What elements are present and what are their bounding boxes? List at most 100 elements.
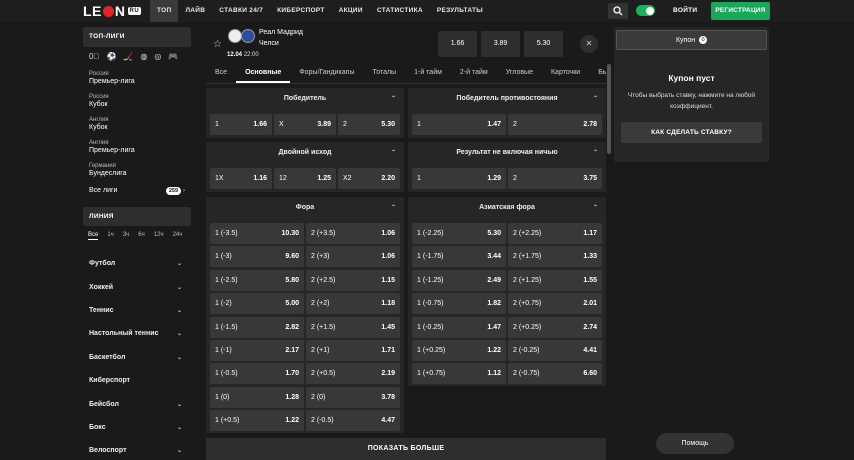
outcome-button[interactable]: 1 (0) 1.28	[210, 386, 304, 408]
outcome-button[interactable]: 12 1.25	[274, 168, 336, 189]
tab-1st-half[interactable]: 1-й тайм	[405, 64, 451, 83]
nav-promos[interactable]: АКЦИИ	[332, 0, 370, 22]
market-header[interactable]: Фора ⌃	[206, 197, 404, 217]
odds-button-x[interactable]: 3.89	[481, 31, 520, 57]
market-header[interactable]: Результат не включая ничью ⌃	[408, 142, 606, 162]
sport-item-boxing[interactable]: Бокс ⌄	[83, 416, 191, 439]
outcome-button[interactable]: 2 (-0.5) 4.47	[306, 410, 400, 432]
all-leagues-link[interactable]: Все лиги 259 ›	[83, 181, 191, 200]
login-button[interactable]: ВОЙТИ	[673, 0, 697, 22]
sport-item-cycling[interactable]: Велоспорт ⌄	[83, 439, 191, 460]
outcome-button[interactable]: 2 (+1.75) 1.33	[508, 246, 602, 268]
outcome-button[interactable]: 2 (+2) 1.18	[306, 293, 400, 315]
sport-item-football[interactable]: Футбол ⌄	[83, 252, 191, 275]
sport-item-hockey[interactable]: Хоккей ⌄	[83, 275, 191, 298]
odds-button-1[interactable]: 1.66	[438, 31, 477, 57]
outcome-button[interactable]: 2 2.78	[508, 114, 602, 135]
outcome-button[interactable]: 2 (+2.5) 1.15	[306, 269, 400, 291]
sport-item-table-tennis[interactable]: Настольный теннис ⌄	[83, 322, 191, 345]
hockey-icon[interactable]: 🏒	[123, 52, 133, 61]
market-header[interactable]: Победитель противостояния ⌃	[408, 88, 606, 108]
range-24h[interactable]: 24ч	[173, 232, 183, 240]
odds-button-2[interactable]: 5.30	[524, 31, 563, 57]
outcome-button[interactable]: 2 (-0.75) 6.60	[508, 363, 602, 385]
gamepad-icon[interactable]: 🎮	[168, 52, 178, 61]
market-header[interactable]: Азиатская фора ⌃	[408, 197, 606, 217]
close-icon[interactable]: ✕	[580, 35, 598, 53]
nav-top[interactable]: ТОП	[150, 0, 179, 22]
outcome-button[interactable]: 1X 1.16	[210, 168, 272, 189]
outcome-button[interactable]: 1 (-2.5) 5.80	[210, 269, 304, 291]
outcome-button[interactable]: 1 (-1.5) 2.82	[210, 316, 304, 338]
outcome-button[interactable]: 2 (-0.25) 4.41	[508, 340, 602, 361]
outcome-button[interactable]: 2 (+0.25) 2.74	[508, 316, 602, 338]
outcome-button[interactable]: 1 (-1.75) 3.44	[412, 246, 506, 268]
football-icon[interactable]: ⚽	[106, 52, 116, 61]
outcome-button[interactable]: 2 (+1.25) 1.55	[508, 269, 602, 291]
tab-totals[interactable]: Тоталы	[363, 64, 405, 83]
tennis-icon[interactable]: ◎	[154, 52, 161, 61]
theme-toggle[interactable]	[636, 5, 655, 16]
nav-bets-247[interactable]: СТАВКИ 24/7	[212, 0, 270, 22]
coupon-tab[interactable]: Купон 0	[616, 30, 767, 50]
outcome-button[interactable]: 2 (0) 3.78	[306, 386, 400, 408]
range-6h[interactable]: 6ч	[138, 232, 144, 240]
sport-item-baseball[interactable]: Бейсбол ⌄	[83, 392, 191, 415]
outcome-button[interactable]: 2 (+2.25) 1.17	[508, 223, 602, 244]
outcome-button[interactable]: 1 (-1) 2.17	[210, 340, 304, 361]
leon-logo[interactable]: LE N RU	[83, 3, 142, 19]
nav-esports[interactable]: КИБЕРСПОРТ	[270, 0, 331, 22]
outcome-button[interactable]: 1 1.66	[210, 114, 272, 135]
league-item[interactable]: Англия Кубок	[83, 112, 191, 135]
outcome-button[interactable]: X2 2.20	[338, 168, 400, 189]
league-item[interactable]: Англия Премьер-лига	[83, 135, 191, 158]
search-button[interactable]	[608, 3, 628, 19]
nav-statistics[interactable]: СТАТИСТИКА	[370, 0, 430, 22]
league-item[interactable]: Россия Кубок	[83, 89, 191, 112]
tab-corners[interactable]: Угловые	[497, 64, 542, 83]
range-1h[interactable]: 1ч	[107, 232, 113, 240]
help-button[interactable]: Помощь	[656, 433, 734, 454]
show-more-button[interactable]: ПОКАЗАТЬ БОЛЬШЕ	[206, 438, 606, 460]
league-item[interactable]: Россия Премьер-лига	[83, 66, 191, 89]
basketball-icon[interactable]: ◍	[140, 52, 147, 61]
outcome-button[interactable]: 1 1.47	[412, 114, 506, 135]
outcome-button[interactable]: 1 (-1.25) 2.49	[412, 269, 506, 291]
outcome-button[interactable]: 1 (-0.5) 1.70	[210, 363, 304, 385]
outcome-button[interactable]: 1 (-2) 5.00	[210, 293, 304, 315]
outcome-button[interactable]: 1 (+0.75) 1.12	[412, 363, 506, 385]
outcome-button[interactable]: 1 (+0.25) 1.22	[412, 340, 506, 361]
market-header[interactable]: Двойной исход ⌃	[206, 142, 404, 162]
tab-fast[interactable]: Быст	[589, 64, 606, 83]
market-header[interactable]: Победитель ⌃	[206, 88, 404, 108]
register-button[interactable]: РЕГИСТРАЦИЯ	[711, 2, 770, 20]
nav-results[interactable]: РЕЗУЛЬТАТЫ	[430, 0, 490, 22]
outcome-button[interactable]: 2 (+1.5) 1.45	[306, 316, 400, 338]
outcome-button[interactable]: 1 1.29	[412, 168, 506, 189]
outcome-button[interactable]: 1 (-3) 9.60	[210, 246, 304, 268]
how-to-bet-button[interactable]: КАК СДЕЛАТЬ СТАВКУ?	[621, 122, 762, 143]
sport-item-basketball[interactable]: Баскетбол ⌄	[83, 346, 191, 369]
scrollbar[interactable]	[607, 64, 611, 154]
nav-live[interactable]: ЛАЙВ	[178, 0, 212, 22]
outcome-button[interactable]: 2 5.30	[338, 114, 400, 135]
tab-all[interactable]: Все	[206, 64, 236, 83]
outcome-button[interactable]: 2 (+3) 1.06	[306, 246, 400, 268]
range-all[interactable]: Все	[88, 232, 99, 240]
tab-cards[interactable]: Карточки	[542, 64, 589, 83]
outcome-button[interactable]: 1 (-0.75) 1.82	[412, 293, 506, 315]
tab-handicaps[interactable]: Форы/Гандикапы	[290, 64, 363, 83]
sport-item-esports[interactable]: Киберспорт	[83, 369, 191, 392]
outcome-button[interactable]: 2 (+1) 1.71	[306, 340, 400, 361]
tab-2nd-half[interactable]: 2-й тайм	[451, 64, 497, 83]
outcome-button[interactable]: 1 (-3.5) 10.30	[210, 223, 304, 244]
range-3h[interactable]: 3ч	[123, 232, 129, 240]
sport-item-tennis[interactable]: Теннис ⌄	[83, 299, 191, 322]
outcome-button[interactable]: 1 (-0.25) 1.47	[412, 316, 506, 338]
range-12h[interactable]: 12ч	[154, 232, 164, 240]
tab-main[interactable]: Основные	[236, 64, 291, 83]
all-sports-icon[interactable]: 0⃝	[89, 52, 99, 61]
outcome-button[interactable]: 1 (-2.25) 5.30	[412, 223, 506, 244]
outcome-button[interactable]: 2 (+3.5) 1.06	[306, 223, 400, 244]
favorite-star-icon[interactable]: ☆	[213, 39, 222, 50]
